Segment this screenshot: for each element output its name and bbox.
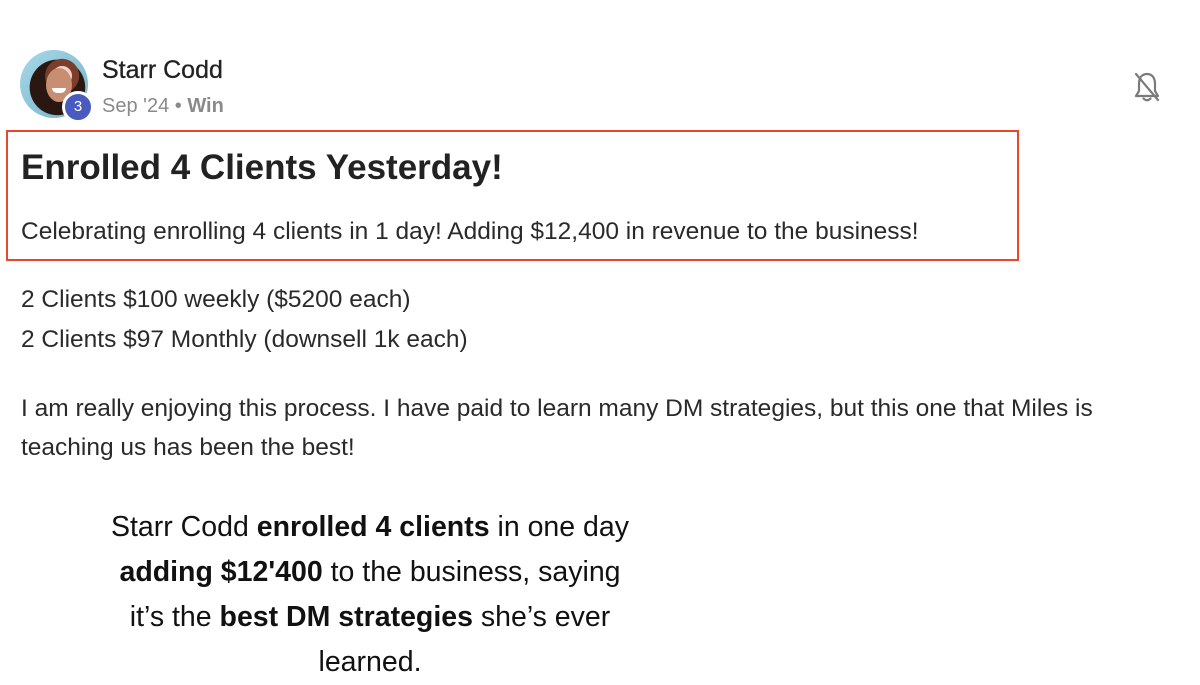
caption-bold: enrolled 4 clients: [256, 511, 490, 543]
caption-bold: best DM strategies: [219, 601, 473, 633]
post-date[interactable]: Sep '24: [102, 95, 169, 117]
author-name[interactable]: Starr Codd: [102, 56, 223, 85]
post-meta: Sep '24 • Win: [102, 95, 224, 118]
caption-bold: adding $12'400: [119, 556, 323, 588]
post-body-line: 2 Clients $100 weekly ($5200 each): [21, 286, 411, 313]
post-title: Enrolled 4 Clients Yesterday!: [21, 148, 503, 187]
caption-text: in one day: [489, 511, 630, 543]
meta-separator: •: [174, 95, 182, 117]
caption: Starr Codd enrolled 4 clients in one day…: [100, 505, 640, 685]
post-category[interactable]: Win: [187, 95, 223, 117]
post-summary: Celebrating enrolling 4 clients in 1 day…: [21, 218, 919, 245]
bell-off-icon[interactable]: [1132, 70, 1162, 104]
post-body-line: 2 Clients $97 Monthly (downsell 1k each): [21, 326, 468, 353]
post-body-line: I am really enjoying this process. I hav…: [21, 395, 1093, 422]
level-badge: 3: [62, 91, 94, 123]
post-body-line: teaching us has been the best!: [21, 434, 355, 461]
caption-text: Starr Codd: [110, 511, 257, 543]
